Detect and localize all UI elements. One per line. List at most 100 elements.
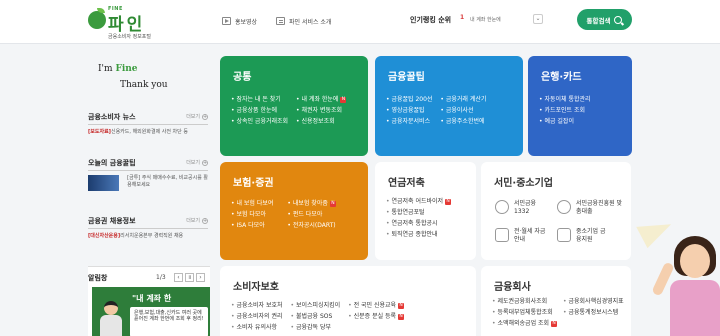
tile-common[interactable]: 공통 잠자는 내 돈 찾기 금융상품 한눈에 상속인 금융거래조회 내 계좌 한… [220,56,368,156]
link-illegal-finance[interactable]: 불법금융 SOS [291,311,341,322]
new-badge: N [398,314,405,320]
ranking-expand-icon[interactable]: ⌄ [533,14,543,24]
jobs-more[interactable]: 더보기 + [186,217,208,224]
link-key-indicators[interactable]: 금융회사핵심경영지표 [563,296,624,307]
house-icon [495,228,509,242]
plus-icon: + [202,113,208,120]
prev-icon[interactable]: ‹ [174,273,183,282]
link-credit-info[interactable]: 신용정보조회 [296,116,346,127]
svc-rent-loan-label: 전·월세 자금안내 [514,228,546,243]
integrated-search-button[interactable]: 통합검색 [577,9,632,30]
financial-tips-item[interactable]: [금투] 주식 매매수수료, 비교공시를 활용해보세요 [88,175,208,191]
more-label: 더보기 [186,114,200,120]
nav-promo-video[interactable]: 홍보영상 [222,16,257,26]
slogan-line2: Thank you [120,80,168,90]
link-creditor-change[interactable]: 채권자 변동조회 [296,105,346,116]
svc-rent-loan[interactable]: 전·월세 자금안내 [495,228,546,244]
tile-tips-title: 금융꿀팁 [388,72,425,83]
tile-consumer-protection-title: 소비자보호 [233,282,279,293]
link-consumer-rights[interactable]: 금융소비자의 권리 [231,311,282,322]
link-my-insurance[interactable]: 내 보험 다보여 [231,198,273,209]
link-address-change[interactable]: 금융주소한번에 [440,116,486,127]
tip-text: [금투] 주식 매매수수료, 비교공시를 활용해보세요 [127,175,208,188]
link-product-overview[interactable]: 금융상품 한눈에 [231,105,288,116]
girl-illustration [640,150,720,336]
link-insurance-compare[interactable]: 보험 다모아 [231,209,273,220]
play-icon [222,17,231,25]
consumer-news-more[interactable]: 더보기 + [186,113,208,120]
link-voice-phishing[interactable]: 보이스피싱지킴이 [291,300,340,311]
tile-consumer-protection[interactable]: 소비자보호 금융소비자 보호처 금융소비자의 권리 소비자 유의사항 보이스피싱… [220,266,476,336]
link-tips-200[interactable]: 금융꿀팁 200선 [386,94,432,105]
jobs-tag: [대신자산운용] [88,233,121,239]
notification-banner[interactable]: "내 계좌 한 은행,보험,대출,신카드 여러 곳에 흩어진 계좌 한번에 조회… [92,287,210,336]
tile-bank-card-title: 은행·카드 [541,72,582,83]
jobs-text: 리서치운용본부 경력직원 채용 [120,233,184,239]
link-advisory[interactable]: 금융자문서비스 [386,116,432,127]
tile-tips-links: 금융꿀팁 200선 영상금융꿀팁 금융자문서비스 금융거래 계산기 금융이사선 … [386,94,486,127]
tile-bank-card[interactable]: 은행·카드 자동이체 통합관리 카드포인트 조회 예금 길잡이 [528,56,632,156]
svc-hotline[interactable]: 서민금융 1332 [495,200,546,216]
plus-icon: + [202,217,208,224]
link-dormant-money[interactable]: 잠자는 내 돈 찾기 [231,94,288,105]
link-video-tips[interactable]: 영상금융꿀팁 [386,105,432,116]
link-id-loss-label: 신분증 분실 등록 [353,313,397,320]
tile-common-links: 잠자는 내 돈 찾기 금융상품 한눈에 상속인 금융거래조회 내 계좌 한눈에N… [231,94,347,127]
financial-tips-more[interactable]: 더보기 + [186,159,208,166]
tile-insurance-title: 보험·증권 [233,178,274,189]
document-icon [276,17,285,25]
link-moving[interactable]: 금융이사선 [440,105,486,116]
next-icon[interactable]: › [196,273,205,282]
link-consumer-office[interactable]: 금융소비자 보호처 [231,300,282,311]
link-my-accounts-label: 내 계좌 한눈에 [301,96,339,103]
nav-service-intro[interactable]: 파인 서비스 소개 [276,16,331,26]
link-pension-portal[interactable]: 통합연금포털 [386,207,451,218]
svc-smb-support[interactable]: 중소기업 금융지원 [557,228,608,244]
jobs-item[interactable]: [대신자산운용]리서치운용본부 경력직원 채용 [88,233,208,240]
link-isa-compare[interactable]: ISA 다모아 [231,220,273,231]
left-column: I'm Fine Thank you 금융소비자 뉴스 더보기 + [보도자료]신… [86,44,210,336]
link-id-loss[interactable]: 신분증 분실 등록N [348,311,405,322]
link-pension-disclosure[interactable]: 연금저축 통합공시 [386,218,451,229]
logo[interactable]: FINE 파인 금융소비자 정보포털 [88,6,158,40]
link-card-points[interactable]: 카드포인트 조회 [539,105,591,116]
link-dart[interactable]: 전자공시(DART) [287,220,336,231]
tip-thumbnail [88,175,120,191]
link-fund-compare[interactable]: 펀드 다모아 [287,209,335,220]
news-text: 신용카드, 해외원화결제 사전 차단 등 [110,129,188,135]
tile-insurance[interactable]: 보험·증권 내 보험 다보여 보험 다모아 ISA 다모아 내보험 찾아줌N 펀… [220,162,368,260]
tile-tips[interactable]: 금융꿀팁 금융꿀팁 200선 영상금융꿀팁 금융자문서비스 금융거래 계산기 금… [375,56,523,156]
new-badge: N [551,321,558,327]
tile-financial-company[interactable]: 금융회사 제도권금융회사조회 등록대부업체통합조회 소액해외송금업 조회N 금융… [481,266,631,336]
link-pension-advisor[interactable]: 연금저축 어드바이저N [386,196,452,207]
link-supervision[interactable]: 금융감독 당부 [291,322,341,333]
jobs-section: 금융권 채용정보 더보기 + [대신자산운용]리서치운용본부 경력직원 채용 [88,216,208,240]
link-deposit-guide[interactable]: 예금 길잡이 [539,116,591,127]
slogan-fine: Fine [115,64,138,74]
link-my-accounts[interactable]: 내 계좌 한눈에N [296,94,347,105]
link-find-insurance[interactable]: 내보험 찾아줌N [287,198,336,209]
link-lender-search[interactable]: 등록대부업체통합조회 [492,307,557,318]
link-credit-education-label: 전 국민 신용교육 [353,302,397,309]
tile-smb[interactable]: 서민·중소기업 서민금융 1332 서민금융진흥원 맞춤대출 전·월세 자금안내… [481,162,631,260]
link-auto-transfer[interactable]: 자동이체 통합관리 [539,94,590,105]
plus-icon: + [202,159,208,166]
link-consumer-caution[interactable]: 소비자 유의사항 [231,322,283,333]
tile-consumer-links: 금융소비자 보호처 금융소비자의 권리 소비자 유의사항 보이스피싱지킴이 불법… [231,300,405,333]
link-inheritance-inquiry[interactable]: 상속인 금융거래조회 [231,116,288,127]
svc-hotline-label: 서민금융 1332 [514,200,537,215]
consumer-news-item[interactable]: [보도자료]신용카드, 해외원화결제 사전 차단 등 [88,129,208,136]
tile-pension[interactable]: 연금저축 연금저축 어드바이저N 통합연금포털 연금저축 통합공시 퇴직연금 종… [375,162,476,260]
link-calculator[interactable]: 금융거래 계산기 [440,94,487,105]
pause-icon[interactable]: ॥ [185,273,194,282]
link-retirement-guide[interactable]: 퇴직연금 종합안내 [386,229,451,240]
svc-custom-loan[interactable]: 서민금융진흥원 맞춤대출 [557,200,626,216]
ranking-item[interactable]: 내 계좌 한눈에 [470,16,501,23]
link-remittance-search[interactable]: 소액해외송금업 조회N [492,318,558,329]
link-credit-education[interactable]: 전 국민 신용교육N [348,300,405,311]
banner-card: 은행,보험,대출,신카드 여러 곳에 흩어진 계좌 한번에 조회 후 정리! [130,307,208,336]
slogan-im: I'm [98,64,116,74]
link-company-search[interactable]: 제도권금융회사조회 [492,296,557,307]
link-statistics[interactable]: 금융통계정보시스템 [563,307,624,318]
header: FINE 파인 금융소비자 정보포털 홍보영상 파인 서비스 소개 인기랭킹 순… [0,0,720,44]
